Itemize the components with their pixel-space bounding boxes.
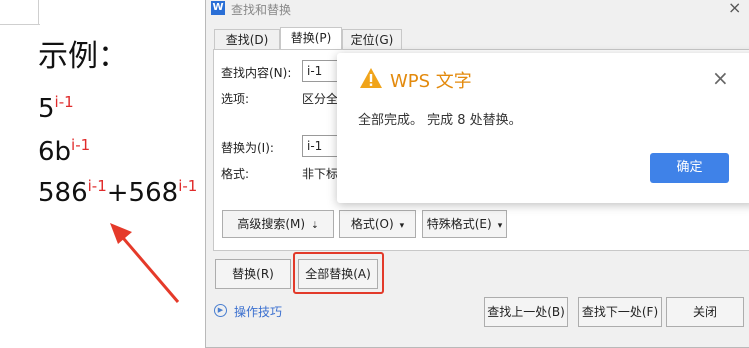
format-button[interactable]: 格式(O) ▾ <box>339 210 416 238</box>
tab-replace[interactable]: 替换(P) <box>280 27 342 50</box>
doc-heading: 示例： <box>38 39 128 74</box>
doc-superscript: i-1 <box>87 177 107 195</box>
find-next-button[interactable]: 查找下一处(F) <box>578 297 662 327</box>
replace-all-highlight <box>293 252 384 294</box>
tab-find[interactable]: 查找(D) <box>214 29 280 49</box>
find-previous-button[interactable]: 查找上一处(B) <box>484 297 568 327</box>
close-button[interactable]: 关闭 <box>666 297 744 327</box>
tab-goto[interactable]: 定位(G) <box>342 29 402 49</box>
doc-superscript: i-1 <box>178 177 198 195</box>
format-button-label: 格式(O) <box>350 217 394 231</box>
warning-icon <box>360 68 382 88</box>
wps-writer-icon: W <box>211 1 225 15</box>
message-text: 全部完成。 完成 8 处替换。 <box>358 113 522 128</box>
advanced-search-label: 高级搜索(M) <box>237 217 306 231</box>
dropdown-caret-icon: ▾ <box>399 221 405 231</box>
doc-superscript: i-1 <box>71 136 91 154</box>
doc-line-1: 5i-1 <box>38 94 74 124</box>
doc-text: 586 <box>38 178 88 208</box>
page-corner-mark <box>0 0 40 26</box>
doc-superscript: i-1 <box>54 93 74 111</box>
replace-label: 替换为(I): <box>221 141 274 155</box>
red-arrow-annotation <box>110 223 180 303</box>
double-chevron-icon: ⇣ <box>311 221 319 231</box>
options-label: 选项: <box>221 92 250 106</box>
completion-message-box: WPS 文字 × 全部完成。 完成 8 处替换。 确定 <box>337 53 749 203</box>
format-value: 非下标, <box>302 167 342 181</box>
dropdown-caret-icon: ▾ <box>497 221 503 231</box>
tips-link[interactable]: 操作技巧 <box>234 303 282 320</box>
advanced-search-button[interactable]: 高级搜索(M) ⇣ <box>222 210 334 238</box>
message-close-icon[interactable]: × <box>712 66 729 90</box>
dialog-close-icon[interactable]: × <box>728 0 741 17</box>
replace-button[interactable]: 替换(R) <box>215 259 291 289</box>
format-label: 格式: <box>221 167 250 181</box>
find-label: 查找内容(N): <box>221 66 292 80</box>
doc-line-2: 6bi-1 <box>38 137 90 167</box>
doc-text: 6b <box>38 137 72 167</box>
dialog-title-bar: W 查找和替换 × <box>206 0 749 19</box>
doc-line-3: 586i-1+568i-1 <box>38 178 197 208</box>
play-circle-icon: ▶ <box>214 304 227 317</box>
doc-text: 5 <box>38 94 55 124</box>
special-format-button[interactable]: 特殊格式(E) ▾ <box>422 210 507 238</box>
doc-text: +568 <box>106 178 179 208</box>
dialog-title: 查找和替换 <box>231 3 292 17</box>
ok-button[interactable]: 确定 <box>650 153 729 183</box>
special-format-label: 特殊格式(E) <box>426 217 492 231</box>
message-title: WPS 文字 <box>390 71 472 92</box>
